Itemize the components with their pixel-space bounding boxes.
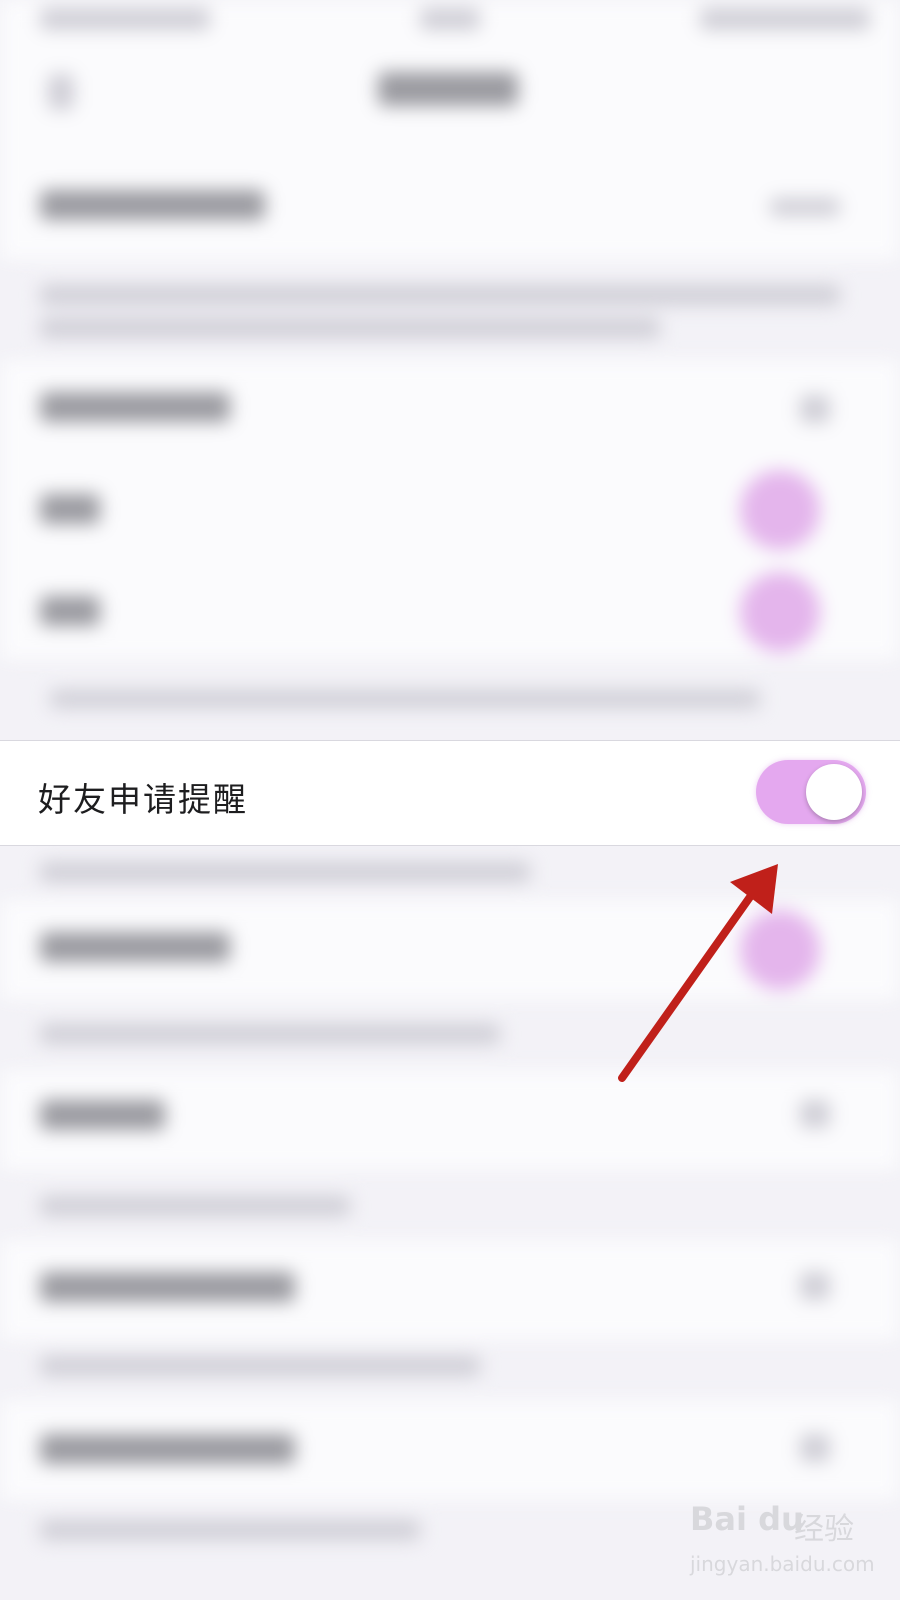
watermark-logo: Bai du: [690, 1500, 804, 1538]
watermark-text: 经验: [794, 1512, 854, 1547]
watermark-url: jingyan.baidu.com: [690, 1552, 875, 1576]
annotation-arrow-icon: [618, 864, 778, 1082]
baidu-jingyan-watermark: Bai du 经验 jingyan.baidu.com: [690, 1500, 890, 1590]
